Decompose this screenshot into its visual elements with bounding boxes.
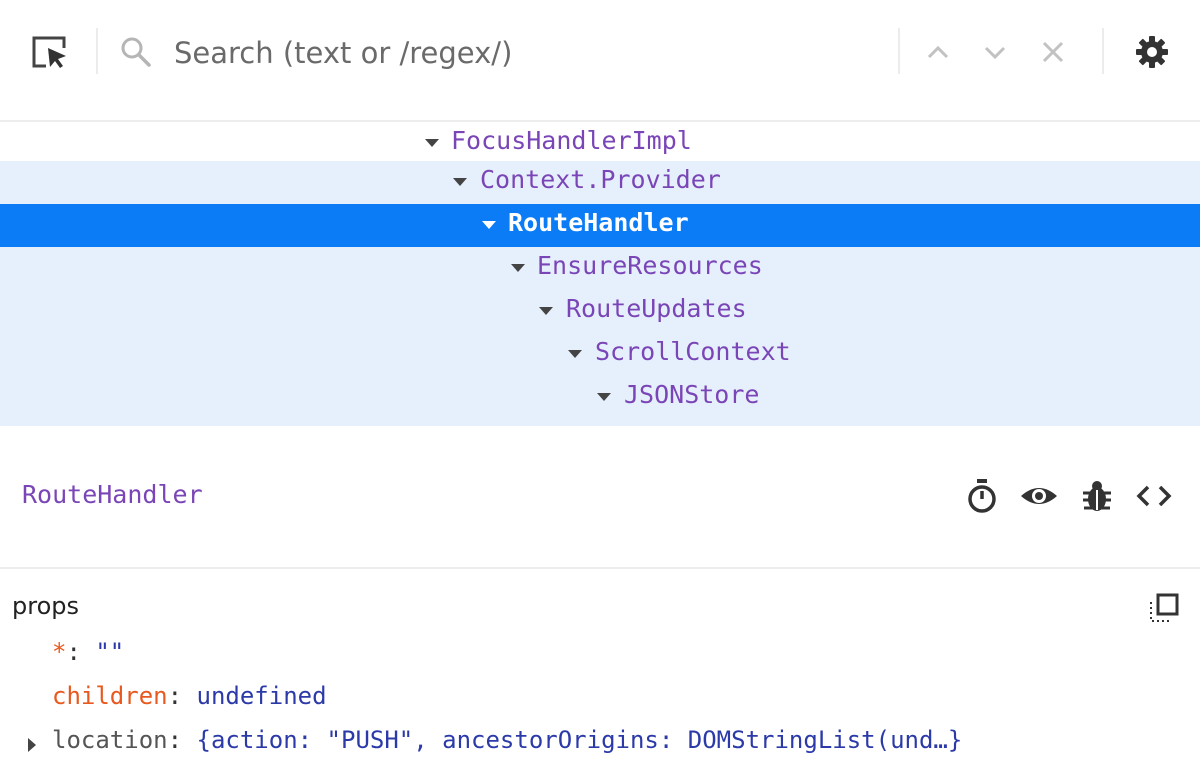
search-icon	[118, 34, 154, 70]
stopwatch-icon[interactable]	[962, 476, 1002, 516]
expand-arrow-icon[interactable]	[539, 307, 553, 315]
copy-icon[interactable]	[1146, 590, 1182, 626]
tree-row-label: FocusHandlerImpl	[451, 126, 692, 155]
tree-row-scroll-context[interactable]: ScrollContext	[0, 333, 1200, 376]
select-element-icon[interactable]	[28, 30, 72, 74]
prop-row: children: undefined	[0, 682, 1200, 722]
prop-key: *	[52, 638, 67, 666]
eye-icon[interactable]	[1019, 476, 1059, 516]
selected-element-header: RouteHandler	[0, 456, 1200, 566]
source-code-icon[interactable]	[1134, 476, 1174, 516]
expand-arrow-icon[interactable]	[425, 139, 439, 147]
tree-row-focus-handler-impl[interactable]: FocusHandlerImpl	[0, 122, 1200, 165]
tree-row-route-updates[interactable]: RouteUpdates	[0, 290, 1200, 333]
tree-row-label: Context.Provider	[480, 165, 721, 194]
prop-colon: :	[167, 726, 183, 754]
prop-key: children	[52, 682, 168, 710]
tree-row-ensure-resources[interactable]: EnsureResources	[0, 247, 1200, 290]
props-section-title: props	[12, 592, 79, 620]
prop-row: location: {action: "PUSH", ancestorOrigi…	[0, 726, 1200, 766]
toolbar-divider	[96, 28, 98, 74]
prop-colon: :	[167, 682, 183, 710]
chevron-down-icon[interactable]	[977, 34, 1013, 70]
prop-value[interactable]: {action: "PUSH", ancestorOrigins: DOMStr…	[197, 726, 963, 754]
tree-row-route-handler[interactable]: RouteHandler	[0, 204, 1200, 247]
bug-icon[interactable]	[1077, 476, 1117, 516]
close-icon[interactable]	[1035, 34, 1071, 70]
tree-row-label: EnsureResources	[537, 251, 763, 280]
search-input[interactable]	[172, 28, 876, 78]
toolbar-divider	[1102, 28, 1104, 74]
prop-colon: :	[66, 638, 81, 666]
expand-arrow-icon[interactable]	[597, 393, 611, 401]
tree-row-label: JSONStore	[624, 380, 760, 409]
tree-row-label: RouteUpdates	[566, 294, 747, 323]
gear-icon[interactable]	[1134, 34, 1170, 70]
toolbar-divider	[898, 28, 900, 74]
chevron-up-icon[interactable]	[920, 34, 956, 70]
prop-value[interactable]: undefined	[197, 682, 327, 710]
expand-arrow-icon[interactable]	[568, 350, 582, 358]
expand-arrow-icon[interactable]	[511, 264, 525, 272]
expand-arrow-icon[interactable]	[28, 738, 36, 752]
prop-value[interactable]: ""	[95, 638, 124, 666]
tree-row-label: ScrollContext	[595, 337, 791, 366]
tree-row-context-provider[interactable]: Context.Provider	[0, 161, 1200, 204]
selected-component-name: RouteHandler	[22, 480, 203, 509]
tree-row-label: RouteHandler	[508, 208, 689, 237]
tree-row-json-store[interactable]: JSONStore	[0, 376, 1200, 426]
prop-row: *: ""	[0, 638, 1200, 678]
prop-key: location	[52, 726, 168, 754]
expand-arrow-icon[interactable]	[453, 178, 467, 186]
section-divider	[0, 567, 1200, 569]
toolbar	[0, 0, 1200, 108]
expand-arrow-icon[interactable]	[482, 221, 496, 229]
